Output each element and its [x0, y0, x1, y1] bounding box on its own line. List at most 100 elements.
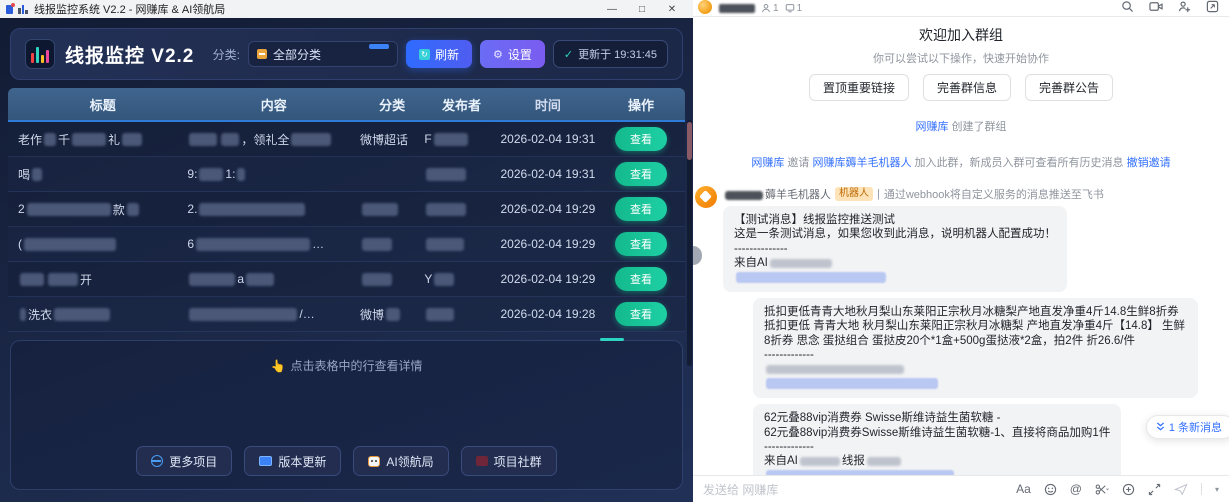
text-fragment: 来自AI: [764, 455, 798, 467]
text-fragment: -------------: [764, 349, 814, 361]
cell-time: 2026-02-04 19:29: [499, 262, 597, 296]
text-fragment: 创建了群组: [948, 121, 1006, 133]
text-fragment: …: [312, 237, 324, 251]
text-fragment: 2: [18, 202, 25, 216]
screen-count[interactable]: 1: [785, 3, 803, 14]
text-fragment: Y: [424, 272, 432, 286]
table-row[interactable]: 老作千礼，领礼全微博超话F2026-02-04 19:31查看: [8, 122, 685, 157]
mention-icon[interactable]: @: [1070, 482, 1082, 496]
monitor-window: 线报监控系统 V2.2 - 网赚库 & AI领航局 — □ ✕ 线报监控 V2.…: [0, 0, 693, 502]
welcome-title: 欢迎加入群组: [693, 25, 1229, 45]
text-fragment: 洗衣: [28, 306, 52, 323]
add-member-icon[interactable]: [1178, 0, 1191, 13]
redacted-block: [32, 168, 42, 181]
table-row[interactable]: 洗衣/…微博2026-02-04 19:28查看: [8, 297, 685, 332]
text-fragment: 款: [113, 201, 125, 218]
complete-group-info-button[interactable]: 完善群信息: [923, 74, 1011, 101]
view-button[interactable]: 查看: [615, 302, 667, 326]
community-button[interactable]: 项目社群: [461, 446, 557, 476]
category-select[interactable]: 全部分类: [248, 41, 398, 67]
redacted-block: [127, 203, 139, 216]
more-projects-button[interactable]: 更多项目: [136, 446, 232, 476]
cell-action: 查看: [597, 122, 685, 156]
add-attachment-icon[interactable]: [1122, 483, 1135, 496]
group-avatar[interactable]: [697, 0, 713, 15]
maximize-button[interactable]: □: [627, 4, 657, 15]
version-update-button[interactable]: 版本更新: [244, 446, 341, 476]
welcome-actions: 置顶重要链接 完善群信息 完善群公告: [693, 74, 1229, 101]
category-icon: [257, 49, 267, 59]
member-count[interactable]: 1: [761, 3, 779, 14]
redacted-block: [434, 273, 454, 286]
chevrons-down-icon: [1156, 422, 1165, 432]
link[interactable]: 网赚库薅羊毛机器人: [813, 157, 912, 169]
text-fragment: 薅羊毛机器人: [765, 189, 831, 201]
view-button[interactable]: 查看: [615, 127, 667, 151]
complete-announcement-button[interactable]: 完善群公告: [1025, 74, 1113, 101]
link[interactable]: 网赚库: [751, 157, 784, 169]
cell-title: 开: [8, 262, 187, 296]
expand-icon[interactable]: [1148, 483, 1161, 496]
table-row[interactable]: 开aY2026-02-04 19:29查看: [8, 262, 685, 297]
settings-button[interactable]: ⚙ 设置: [480, 40, 545, 68]
col-content: 内容: [187, 88, 360, 120]
cell-time: 2026-02-04 19:29: [499, 227, 597, 261]
redacted-block: [766, 378, 938, 389]
redacted-block: [362, 273, 392, 286]
redacted-block: [291, 133, 331, 146]
text-fragment: F: [424, 132, 431, 146]
welcome-subtitle: 你可以尝试以下操作，快速开始协作: [693, 50, 1229, 66]
send-icon[interactable]: [1174, 483, 1188, 496]
redacted-block: [122, 133, 142, 146]
more-settings-icon[interactable]: [1206, 0, 1219, 13]
chat-header: 1 1: [693, 0, 1229, 17]
cell-action: 查看: [597, 227, 685, 261]
minimize-button[interactable]: —: [597, 4, 627, 15]
cell-category: [360, 262, 424, 296]
ai-hub-button[interactable]: AI领航局: [353, 446, 448, 476]
view-button[interactable]: 查看: [615, 197, 667, 221]
new-message-pill[interactable]: 1 条新消息: [1146, 415, 1229, 439]
redacted-block: [386, 308, 400, 321]
cell-publisher: Y: [424, 262, 498, 296]
cell-content: /…: [187, 297, 360, 331]
table-row[interactable]: (6…2026-02-04 19:29查看: [8, 227, 685, 262]
pin-links-button[interactable]: 置顶重要链接: [809, 74, 909, 101]
category-label: 分类:: [213, 46, 240, 63]
link[interactable]: 网赚库: [915, 121, 948, 133]
text-fragment: 62元叠88vip消费券Swisse斯维诗益生菌软糖-1、直接将商品加购1件: [764, 427, 1110, 439]
col-title: 标题: [8, 88, 187, 120]
redacted-block: [189, 133, 217, 146]
redacted-block: [867, 457, 901, 466]
system-message-created: 网赚库 创建了群组: [693, 118, 1229, 134]
screenshot-scissors-icon[interactable]: [1095, 483, 1109, 496]
view-button[interactable]: 查看: [615, 232, 667, 256]
view-button[interactable]: 查看: [615, 162, 667, 186]
table-row[interactable]: 2款2.2026-02-04 19:29查看: [8, 192, 685, 227]
message-input-bar[interactable]: 发送给 网赚库 Aa @ ▾: [693, 475, 1229, 502]
close-button[interactable]: ✕: [657, 4, 687, 15]
table-body: 老作千礼，领礼全微博超话F2026-02-04 19:31查看喝9:1:2026…: [8, 122, 685, 332]
redacted-block: [770, 259, 832, 268]
table-row[interactable]: 喝9:1:2026-02-04 19:31查看: [8, 157, 685, 192]
emoji-icon[interactable]: [1044, 483, 1057, 496]
text-fragment: /…: [299, 307, 314, 321]
refresh-button[interactable]: ↻ 刷新: [406, 40, 472, 68]
bot-avatar[interactable]: [695, 186, 717, 208]
view-button[interactable]: 查看: [615, 267, 667, 291]
scrollbar-thumb[interactable]: [687, 122, 692, 160]
redacted-block: [426, 238, 464, 251]
cell-action: 查看: [597, 157, 685, 191]
send-options-caret[interactable]: ▾: [1215, 485, 1219, 494]
text-fragment: 1:: [225, 167, 235, 181]
scroll-indicator: [600, 338, 624, 341]
video-call-icon[interactable]: [1149, 0, 1163, 13]
redacted-block: [246, 273, 274, 286]
text-fragment: 来自AI: [734, 257, 768, 269]
format-text-icon[interactable]: Aa: [1016, 482, 1031, 496]
text-fragment: 线报: [842, 455, 865, 467]
link[interactable]: 撤销邀请: [1127, 157, 1171, 169]
titlebar: 线报监控系统 V2.2 - 网赚库 & AI领航局 — □ ✕: [0, 0, 693, 18]
input-placeholder: 发送给 网赚库: [703, 481, 778, 498]
search-icon[interactable]: [1121, 0, 1134, 13]
